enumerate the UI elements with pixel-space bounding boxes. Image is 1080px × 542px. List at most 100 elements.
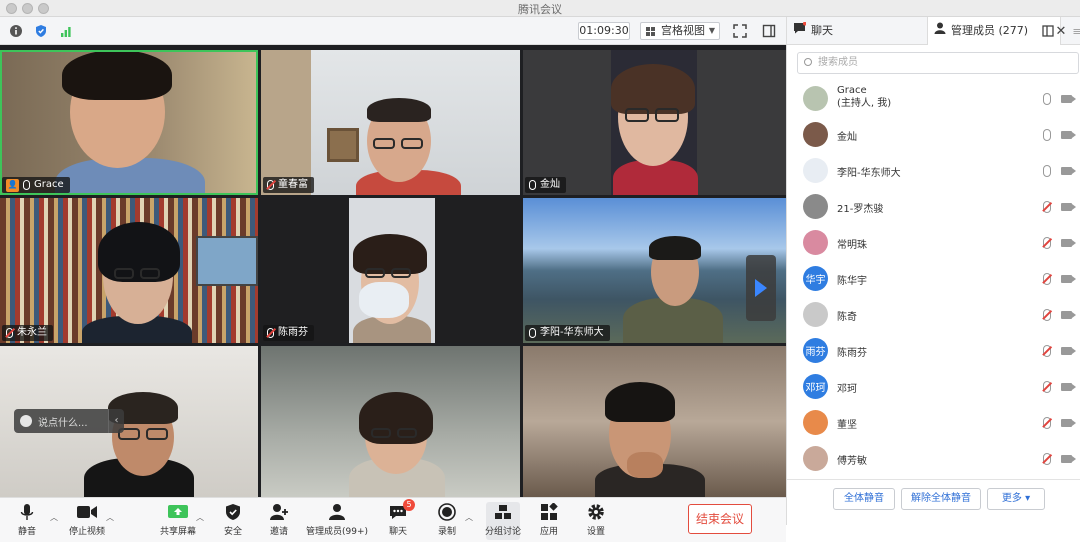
video-tile-jincan[interactable]: 金灿 (523, 50, 786, 195)
video-camera-icon[interactable] (1061, 275, 1076, 283)
unmute-all-button[interactable]: 解除全体静音 (901, 488, 981, 510)
video-camera-icon[interactable] (1061, 383, 1076, 391)
video-camera-icon[interactable] (1061, 167, 1076, 175)
view-mode-select[interactable]: 宫格视图 ▼ (640, 22, 720, 40)
mic-muted-icon[interactable] (1043, 309, 1051, 321)
close-icon[interactable]: ✕ (1053, 23, 1069, 39)
members-panel: 聊天 管理成员 (277) ✕ ≡ 搜索成员 Grace (主持人, 我) 金灿 李阳… (786, 17, 1080, 525)
participant-name: 朱永兰 (17, 327, 47, 338)
mic-muted-icon[interactable] (1043, 417, 1051, 429)
chevron-up-icon[interactable]: ︿ (465, 512, 473, 523)
mic-muted-icon[interactable] (1043, 345, 1051, 357)
video-tile-row3-2[interactable] (261, 346, 520, 497)
mute-button[interactable]: 静音 (14, 502, 40, 540)
mute-all-button[interactable]: 全体静音 (833, 488, 895, 510)
member-row[interactable]: 傅芳敏 (787, 441, 1080, 477)
quick-chat-placeholder: 说点什么... (38, 417, 88, 429)
mic-icon[interactable] (1043, 129, 1051, 141)
mic-icon[interactable] (1043, 93, 1051, 105)
tab-chat[interactable]: 聊天 (787, 17, 927, 45)
signal-strength-icon[interactable] (58, 23, 74, 39)
chevron-up-icon[interactable]: ︿ (50, 512, 58, 523)
video-tile-tong[interactable]: 童春富 (261, 50, 520, 195)
video-tile-grace[interactable]: 👤 Grace (0, 50, 258, 195)
add-user-icon (268, 502, 290, 522)
sidebar-toggle-icon[interactable] (761, 23, 777, 39)
record-button[interactable]: 录制 (435, 502, 459, 540)
fullscreen-icon[interactable] (732, 23, 748, 39)
member-name: 邓珂 (837, 380, 857, 395)
video-camera-icon[interactable] (1061, 131, 1076, 139)
shield-icon[interactable] (33, 23, 49, 39)
member-row[interactable]: 雨芬 陈雨芬 (787, 333, 1080, 369)
member-name: 陈奇 (837, 308, 857, 323)
security-button[interactable]: 安全 (220, 502, 246, 540)
member-row[interactable]: 21-罗杰骏 (787, 189, 1080, 225)
video-camera-icon[interactable] (1061, 95, 1076, 103)
grid-icon (646, 27, 656, 36)
chat-bubble-icon (793, 17, 807, 45)
breakout-rooms-icon (492, 502, 514, 522)
member-row[interactable]: 邓珂 邓珂 (787, 369, 1080, 405)
emoji-icon[interactable] (20, 415, 32, 427)
more-button[interactable]: 更多 ▾ (987, 488, 1045, 510)
apps-grid-icon (538, 502, 560, 522)
menu-icon[interactable]: ≡ (1069, 23, 1080, 39)
next-page-button[interactable] (746, 255, 776, 321)
chevron-down-icon: ▼ (708, 26, 715, 35)
member-row[interactable]: Grace (主持人, 我) (787, 81, 1080, 117)
member-role: (主持人, 我) (837, 98, 892, 109)
avatar (803, 302, 828, 327)
video-camera-icon[interactable] (1061, 203, 1076, 211)
mic-muted-icon[interactable] (1043, 381, 1051, 393)
quick-chat-popup[interactable]: 说点什么... ‹ (14, 409, 124, 433)
mic-muted-icon[interactable] (1043, 201, 1051, 213)
info-icon[interactable] (8, 23, 24, 39)
chevron-up-icon[interactable]: ︿ (106, 512, 114, 523)
chevron-left-icon[interactable]: ‹ (108, 409, 124, 433)
settings-button[interactable]: 设置 (584, 502, 608, 540)
video-camera-icon (76, 502, 98, 522)
member-name: 董坚 (837, 416, 857, 431)
member-search-input[interactable]: 搜索成员 (797, 52, 1079, 74)
member-name-text: 常明珠 (837, 240, 867, 251)
member-name: 陈雨芬 (837, 344, 867, 359)
member-row[interactable]: 金灿 (787, 117, 1080, 153)
participant-name: 李阳-华东师大 (540, 327, 604, 338)
member-row[interactable]: 李阳-华东师大 (787, 153, 1080, 189)
tile-namebar: 金灿 (525, 177, 566, 193)
member-row[interactable]: 华宇 陈华宇 (787, 261, 1080, 297)
member-name-text: 陈华宇 (837, 276, 867, 287)
member-name-text: Grace (837, 85, 867, 96)
mic-icon[interactable] (1043, 165, 1051, 177)
manage-members-button[interactable]: 管理成员(99+) (306, 502, 368, 540)
video-tile-zhu[interactable]: 朱永兰 (0, 198, 258, 343)
invite-button[interactable]: 邀请 (266, 502, 292, 540)
mic-muted-icon[interactable] (1043, 237, 1051, 249)
video-camera-icon[interactable] (1061, 419, 1076, 427)
share-screen-icon (167, 502, 189, 522)
chevron-up-icon[interactable]: ︿ (196, 512, 204, 523)
member-name: 陈华宇 (837, 272, 867, 287)
member-row[interactable]: 常明珠 (787, 225, 1080, 261)
video-camera-icon[interactable] (1061, 347, 1076, 355)
video-camera-icon[interactable] (1061, 311, 1076, 319)
apps-button[interactable]: 应用 (537, 502, 561, 540)
record-icon (436, 502, 458, 522)
video-camera-icon[interactable] (1061, 239, 1076, 247)
share-screen-button[interactable]: 共享屏幕 (158, 502, 198, 540)
member-row[interactable]: 董坚 (787, 405, 1080, 441)
breakout-button[interactable]: 分组讨论 (485, 502, 521, 540)
member-name: Grace (主持人, 我) (837, 84, 891, 110)
meeting-topbar: 01:09:30 宫格视图 ▼ (0, 17, 786, 45)
mic-muted-icon[interactable] (1043, 453, 1051, 465)
member-name-text: 21-罗杰骏 (837, 204, 884, 215)
chat-button[interactable]: 5 聊天 (386, 499, 415, 540)
stop-video-button[interactable]: 停止视频 (66, 502, 108, 540)
end-meeting-button[interactable]: 结束会议 (688, 504, 752, 534)
video-camera-icon[interactable] (1061, 455, 1076, 463)
member-row[interactable]: 陈奇 (787, 297, 1080, 333)
video-tile-chen-yufen[interactable]: 陈雨芬 (261, 198, 520, 343)
video-tile-row3-3[interactable] (523, 346, 786, 497)
mic-muted-icon[interactable] (1043, 273, 1051, 285)
